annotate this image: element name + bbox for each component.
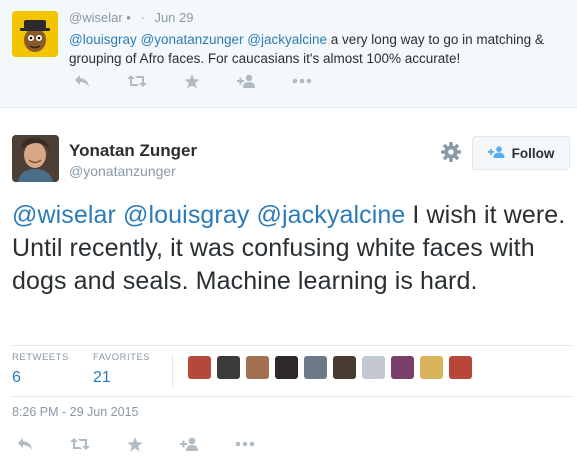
follow-person-icon [487, 145, 506, 161]
follow-plus-icon[interactable] [234, 71, 260, 91]
mention-link[interactable]: @louisgray [123, 201, 249, 229]
screen-name[interactable]: @yonatanzunger [69, 163, 176, 179]
favorites-label: FAVORITES [93, 352, 151, 363]
favorites-count: 21 [93, 369, 111, 386]
favoriters-avatars [188, 356, 478, 379]
tweet-actions [12, 434, 287, 454]
avatar[interactable] [12, 11, 58, 57]
reply-handle[interactable]: @wiselar [69, 10, 123, 25]
avatar[interactable] [12, 135, 59, 182]
avatar[interactable] [391, 356, 414, 379]
retweet-icon[interactable] [124, 71, 150, 91]
display-name[interactable]: Yonatan Zunger [69, 141, 197, 161]
mention-link[interactable]: @jackyalcine [247, 32, 327, 47]
reply-text: @louisgray @yonatanzunger @jackyalcine a… [69, 30, 569, 68]
mention-link[interactable]: @wiselar [12, 201, 116, 229]
favorite-icon[interactable] [122, 434, 148, 454]
avatar[interactable] [304, 356, 327, 379]
follow-button[interactable]: Follow [472, 136, 570, 170]
favorites-stat[interactable]: FAVORITES 21 [93, 352, 150, 387]
reply-date[interactable]: Jun 29 [154, 10, 193, 25]
tweet-stats: RETWEETS 6 FAVORITES 21 [12, 345, 572, 397]
avatar[interactable] [362, 356, 385, 379]
more-icon[interactable] [232, 434, 258, 454]
avatar[interactable] [449, 356, 472, 379]
reply-meta: @wiselar • · Jun 29 [69, 10, 193, 25]
avatar[interactable] [275, 356, 298, 379]
tweet-timestamp[interactable]: 8:26 PM - 29 Jun 2015 [12, 405, 138, 419]
avatar[interactable] [217, 356, 240, 379]
follow-label: Follow [511, 145, 555, 161]
reply-tweet: @wiselar • · Jun 29 @louisgray @yonatanz… [0, 0, 577, 108]
separator: · [140, 10, 145, 25]
follow-plus-icon[interactable] [177, 434, 203, 454]
retweets-stat[interactable]: RETWEETS 6 [12, 352, 69, 387]
retweets-count: 6 [12, 369, 21, 386]
stats-divider [172, 354, 173, 388]
tweet-text: @wiselar @louisgray @jackyalcine I wish … [12, 199, 572, 298]
retweets-label: RETWEETS [12, 352, 69, 363]
verified-badge-icon: • [126, 10, 131, 25]
favorite-icon[interactable] [179, 71, 205, 91]
gear-icon[interactable] [440, 141, 462, 163]
avatar[interactable] [333, 356, 356, 379]
mention-link[interactable]: @jackyalcine [257, 201, 406, 229]
more-icon[interactable] [289, 71, 315, 91]
mention-link[interactable]: @yonatanzunger [141, 32, 244, 47]
avatar[interactable] [188, 356, 211, 379]
avatar[interactable] [420, 356, 443, 379]
profile-photo-icon [12, 135, 59, 182]
cartoon-avatar-icon [12, 11, 58, 57]
mention-link[interactable]: @louisgray [69, 32, 137, 47]
retweet-icon[interactable] [67, 434, 93, 454]
avatar[interactable] [246, 356, 269, 379]
reply-actions [69, 71, 344, 91]
reply-icon[interactable] [12, 434, 38, 454]
reply-icon[interactable] [69, 71, 95, 91]
